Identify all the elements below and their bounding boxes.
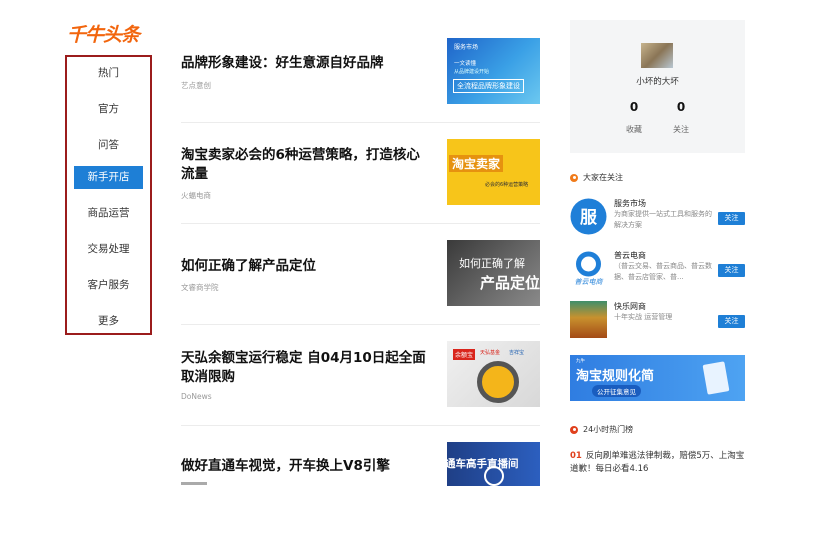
hot-heading: 24小时热门榜 — [570, 424, 633, 435]
puyun-logo-icon[interactable]: 普云电商 — [570, 250, 607, 287]
following-heading-label: 大家在关注 — [583, 173, 623, 182]
follow-desc: （普云交易、普云商品、普云数据、普云店管家、普... — [614, 262, 712, 281]
magnifier-graphic — [477, 361, 519, 403]
thumb-caption: 服务市场 — [454, 44, 479, 51]
follow-name[interactable]: 快乐网商 — [614, 301, 646, 312]
article-thumbnail[interactable]: 淘宝卖家 必会的6种运营策略 — [447, 139, 540, 205]
favorites-count[interactable]: 0 — [614, 100, 654, 114]
following-count[interactable]: 0 — [661, 100, 701, 114]
divider — [181, 425, 540, 426]
divider — [181, 324, 540, 325]
kuaile-logo-icon[interactable] — [570, 301, 607, 338]
svg-text:普云电商: 普云电商 — [575, 278, 604, 286]
nav-item-customer-service[interactable]: 客户服务 — [74, 274, 143, 297]
nav-item-official[interactable]: 官方 — [74, 98, 143, 121]
following-heading: 大家在关注 — [570, 172, 623, 183]
follow-item: 服 服务市场 为商家提供一站式工具和服务的解决方案 关注 — [570, 198, 745, 238]
profile-name[interactable]: 小坏的大坏 — [570, 75, 745, 87]
article-title[interactable]: 淘宝卖家必会的6种运营策略，打造核心流量 — [181, 146, 429, 184]
svg-text:服: 服 — [580, 208, 598, 228]
article-title[interactable]: 品牌形象建设：好生意源自好品牌 — [181, 54, 429, 73]
nav-item-hot[interactable]: 热门 — [74, 62, 143, 85]
category-nav: 热门 官方 问答 新手开店 商品运营 交易处理 客户服务 更多 — [65, 55, 152, 335]
follow-desc: 十年实战 运营管理 — [614, 313, 673, 321]
thumb-caption: 一文读懂 — [454, 61, 477, 67]
thumb-caption: 产品定位 — [480, 274, 540, 292]
nav-item-transactions[interactable]: 交易处理 — [74, 238, 143, 261]
article-source[interactable]: 文睿商学院 — [181, 282, 219, 293]
article-source[interactable]: 艺点意创 — [181, 80, 211, 91]
rules-banner[interactable]: 九牛 淘宝规则化简 公开征集意见 — [570, 355, 745, 401]
source-placeholder — [181, 482, 207, 485]
hot-heading-label: 24小时热门榜 — [583, 425, 634, 434]
avatar[interactable] — [641, 43, 673, 68]
site-logo[interactable]: 千牛头条 — [67, 20, 140, 47]
following-label[interactable]: 关注 — [661, 124, 701, 135]
profile-card: 小坏的大坏 0 0 收藏 关注 — [570, 20, 745, 153]
feed-item: 淘宝卖家必会的6种运营策略，打造核心流量 火蝠电商 淘宝卖家 必会的6种运营策略 — [181, 139, 540, 229]
thumb-caption: 吉祥宝 — [509, 350, 525, 356]
thumb-caption: 从品牌建设开始 — [454, 69, 490, 75]
nav-item-new-store[interactable]: 新手开店 — [74, 166, 143, 189]
follow-item: 快乐网商 十年实战 运营管理 关注 — [570, 301, 745, 341]
follow-button[interactable]: 关注 — [718, 315, 745, 328]
feed-item: 天弘余额宝运行稳定 自04月10日起全面取消限购 DoNews 余额宝 天弘基金… — [181, 341, 540, 431]
follow-desc: 为商家提供一站式工具和服务的解决方案 — [614, 210, 712, 229]
play-icon[interactable] — [484, 466, 504, 486]
article-title[interactable]: 天弘余额宝运行稳定 自04月10日起全面取消限购 — [181, 349, 429, 387]
feed-item: 品牌形象建设：好生意源自好品牌 艺点意创 服务市场 一文读懂 从品牌建设开始 全… — [181, 38, 540, 128]
banner-title: 淘宝规则化简 — [576, 369, 655, 384]
nav-item-qa[interactable]: 问答 — [74, 134, 143, 157]
divider — [181, 122, 540, 123]
thumb-caption: 余额宝 — [453, 349, 476, 360]
follow-name[interactable]: 服务市场 — [614, 198, 646, 209]
feed-item: 如何正确了解产品定位 文睿商学院 如何正确了解 产品定位 — [181, 240, 540, 330]
hot-rank: 01 — [570, 451, 582, 461]
hot-text[interactable]: 反向刷单难逃法律制裁，赔偿5万、上淘宝道歉！每日必看4.16 — [570, 451, 744, 474]
article-source[interactable]: 火蝠电商 — [181, 190, 211, 201]
thumb-caption: 如何正确了解 — [459, 257, 525, 270]
nav-item-more[interactable]: 更多 — [74, 310, 143, 333]
document-icon — [702, 361, 730, 395]
thumb-caption: 淘宝卖家 — [449, 155, 504, 172]
divider — [181, 223, 540, 224]
thumb-caption: 天弘基金 — [480, 350, 501, 356]
thumb-caption: 必会的6种运营策略 — [485, 182, 529, 188]
banner-subtitle: 公开征集意见 — [592, 385, 641, 397]
thumb-caption: 全流程品牌形象建设 — [453, 79, 524, 93]
thumb-caption: 通车高手直播间 — [447, 458, 519, 470]
orange-dot-icon — [570, 173, 578, 182]
article-thumbnail[interactable]: 余额宝 天弘基金 吉祥宝 — [447, 341, 540, 407]
follow-button[interactable]: 关注 — [718, 212, 745, 225]
banner-tag: 九牛 — [576, 359, 585, 364]
article-thumbnail[interactable]: 如何正确了解 产品定位 — [447, 240, 540, 306]
service-market-logo-icon[interactable]: 服 — [570, 198, 607, 235]
article-title[interactable]: 做好直通车视觉，开车换上V8引擎 — [181, 457, 429, 476]
article-thumbnail[interactable]: 通车高手直播间 — [447, 442, 540, 486]
article-title[interactable]: 如何正确了解产品定位 — [181, 257, 429, 276]
feed-item: 做好直通车视觉，开车换上V8引擎 通车高手直播间 — [181, 442, 540, 486]
favorites-label[interactable]: 收藏 — [614, 124, 654, 135]
hot-dot-icon — [570, 425, 578, 434]
follow-item: 普云电商 普云电商 （普云交易、普云商品、普云数据、普云店管家、普... 关注 — [570, 250, 745, 290]
hot-list-item[interactable]: 01 反向刷单难逃法律制裁，赔偿5万、上淘宝道歉！每日必看4.16 — [570, 450, 750, 476]
article-thumbnail[interactable]: 服务市场 一文读懂 从品牌建设开始 全流程品牌形象建设 — [447, 38, 540, 104]
follow-name[interactable]: 普云电商 — [614, 250, 646, 261]
article-source[interactable]: DoNews — [181, 392, 212, 401]
nav-item-product-ops[interactable]: 商品运营 — [74, 202, 143, 225]
follow-button[interactable]: 关注 — [718, 264, 745, 277]
